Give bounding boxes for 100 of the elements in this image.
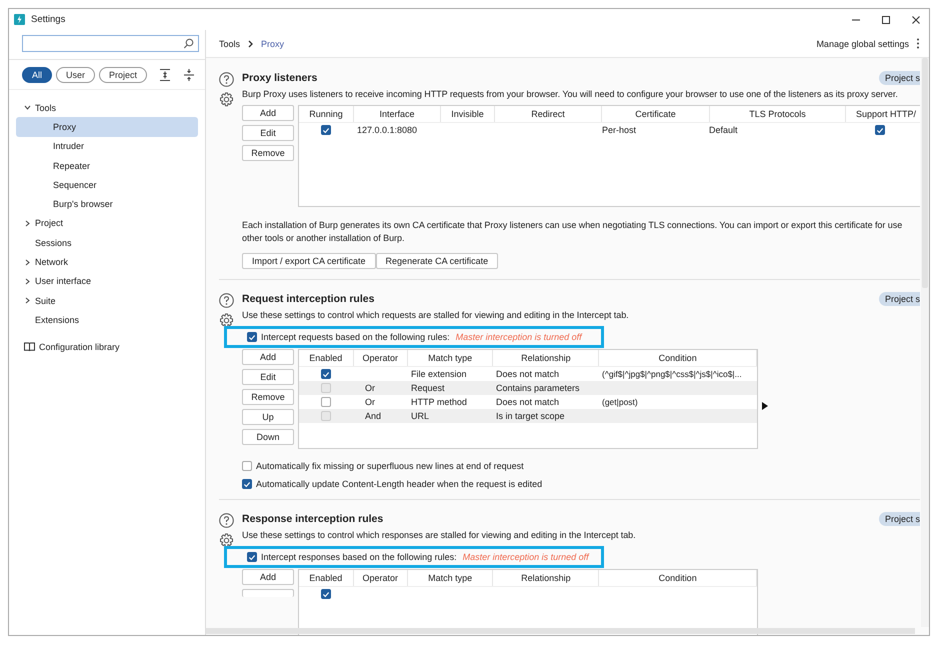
table-action-button[interactable]: Up xyxy=(242,409,294,425)
column-header[interactable]: Operator xyxy=(354,350,408,366)
expand-all-icon[interactable] xyxy=(159,68,172,82)
scope-badge: Project s xyxy=(878,71,920,85)
settings-icon[interactable] xyxy=(219,313,234,328)
table-cell-text: Request xyxy=(410,383,446,393)
table-cell-text: Contains parameters xyxy=(495,383,581,393)
table-cell-text: HTTP method xyxy=(410,397,468,407)
settings-icon[interactable] xyxy=(219,92,234,107)
column-header[interactable]: Relationship xyxy=(493,570,600,586)
table-cell-text: Does not match xyxy=(495,397,560,407)
maximize-icon[interactable] xyxy=(881,14,891,24)
table-action-button[interactable]: Add xyxy=(242,569,294,585)
filter-chip[interactable]: Project xyxy=(99,67,148,83)
column-header[interactable]: Redirect xyxy=(495,106,602,122)
help-icon[interactable] xyxy=(219,293,234,308)
table-cell-text: 127.0.0.1:8080 xyxy=(356,125,418,135)
tree-item[interactable]: Sequencer xyxy=(16,175,198,194)
tree-item[interactable]: Sessions xyxy=(16,233,198,252)
filter-chip[interactable]: User xyxy=(56,67,96,83)
checkbox[interactable] xyxy=(321,369,331,379)
tree-item[interactable]: Extensions xyxy=(16,310,198,330)
table-action-button[interactable]: Down xyxy=(242,429,294,445)
checkbox-label: Automatically fix missing or superfluous new lines at end of request xyxy=(256,461,524,471)
checkbox[interactable] xyxy=(321,125,331,135)
tree-item[interactable]: Project xyxy=(16,214,198,234)
table-action-button[interactable]: Remove xyxy=(242,389,294,405)
help-icon[interactable] xyxy=(219,72,234,87)
status-note: Master interception is turned off xyxy=(454,332,582,342)
table-action-button[interactable]: Remove xyxy=(242,145,294,161)
column-header[interactable]: Match type xyxy=(408,570,494,586)
scope-badge: Project s xyxy=(878,292,920,306)
column-header[interactable]: TLS Protocols xyxy=(710,106,846,122)
checkbox[interactable] xyxy=(242,479,252,489)
section-title: Response interception rules xyxy=(242,513,384,525)
tree-item[interactable]: Burp's browser xyxy=(16,194,198,214)
close-icon[interactable] xyxy=(911,14,921,24)
table-cell-text: (^gif$|^jpg$|^png$|^css$|^js$|^ico$|... xyxy=(601,369,743,379)
table-action-button[interactable]: Add xyxy=(242,105,294,121)
tree-item[interactable]: User interface xyxy=(16,272,198,291)
table-action-button[interactable]: Edit xyxy=(242,125,294,141)
checkbox[interactable] xyxy=(242,461,252,471)
column-header[interactable]: Operator xyxy=(354,570,408,586)
column-header[interactable]: Invisible xyxy=(441,106,495,122)
checkbox[interactable] xyxy=(875,125,885,135)
checkbox[interactable] xyxy=(321,589,331,599)
status-note: Master interception is turned off xyxy=(462,552,589,562)
column-header[interactable]: Enabled xyxy=(299,570,354,586)
table-cell-text: File extension xyxy=(410,369,468,379)
breadcrumb-link[interactable]: Tools xyxy=(219,38,240,48)
checkbox[interactable] xyxy=(247,332,257,342)
chevron-icon xyxy=(24,297,31,304)
search-field[interactable] xyxy=(22,35,199,52)
column-header[interactable]: Enabled xyxy=(299,350,354,366)
certificate-button[interactable]: Regenerate CA certificate xyxy=(376,253,498,269)
column-header[interactable]: Match type xyxy=(408,350,494,366)
column-header[interactable]: Condition xyxy=(599,350,757,366)
tree-item[interactable]: Proxy xyxy=(16,117,198,137)
collapse-all-icon[interactable] xyxy=(183,68,196,82)
tree-item[interactable]: Repeater xyxy=(16,156,198,176)
table-action-button[interactable]: Add xyxy=(242,349,294,365)
table-cell-text: Does not match xyxy=(495,369,560,379)
column-header[interactable]: Certificate xyxy=(602,106,710,122)
scope-badge: Project s xyxy=(878,512,920,526)
checkbox[interactable] xyxy=(247,552,257,562)
horizontal-scrollbar[interactable] xyxy=(206,628,915,634)
checkbox-label: Intercept responses based on the following rules: xyxy=(261,552,457,562)
column-header[interactable]: Relationship xyxy=(493,350,600,366)
table-cell-text: Or xyxy=(364,383,376,393)
section-title: Request interception rules xyxy=(242,293,374,305)
tree-item[interactable]: Network xyxy=(16,252,198,272)
library-link[interactable]: Configuration library xyxy=(39,342,120,352)
tree-item[interactable]: Tools xyxy=(16,98,198,118)
section-description: Use these settings to control which responses are stalled for viewing and editing in the Intercept tab. xyxy=(242,530,637,540)
section-description: Burp Proxy uses listeners to receive incoming HTTP requests from your browser. You will need to configure your browser to use one of the listeners as its proxy server. xyxy=(242,89,899,99)
manage-global-settings-link[interactable]: Manage global settings xyxy=(816,38,909,48)
table-cell-text: Is in target scope xyxy=(495,411,566,421)
table-cell-text: Default xyxy=(708,125,739,135)
checkbox-label: Intercept requests based on the following rules: xyxy=(261,332,450,342)
breadcrumb-current: Proxy xyxy=(261,38,284,48)
checkbox-label: Automatically update Content-Length header when the request is edited xyxy=(256,479,542,489)
table-action-button[interactable]: Edit xyxy=(242,369,294,385)
column-header[interactable]: Running xyxy=(299,106,354,122)
triangle-icon xyxy=(762,402,768,410)
column-header[interactable]: Condition xyxy=(599,570,757,586)
kebab-menu-icon[interactable] xyxy=(916,38,920,49)
settings-icon[interactable] xyxy=(219,533,234,548)
tree-item[interactable]: Suite xyxy=(16,290,198,310)
scrollbar-thumb[interactable] xyxy=(922,58,928,288)
checkbox[interactable] xyxy=(321,397,331,407)
certificate-button[interactable]: Import / export CA certificate xyxy=(242,253,376,269)
app-logo-icon xyxy=(14,14,25,25)
help-icon[interactable] xyxy=(219,513,234,528)
table-cell-text: And xyxy=(364,411,382,421)
filter-chip[interactable]: All xyxy=(22,67,52,83)
table-cell-text: Per-host xyxy=(601,125,638,135)
column-header[interactable]: Interface xyxy=(354,106,441,122)
table-cell-text: URL xyxy=(410,411,430,421)
table-cell-text: (get|post) xyxy=(601,397,639,407)
tree-item[interactable]: Intruder xyxy=(16,136,198,156)
